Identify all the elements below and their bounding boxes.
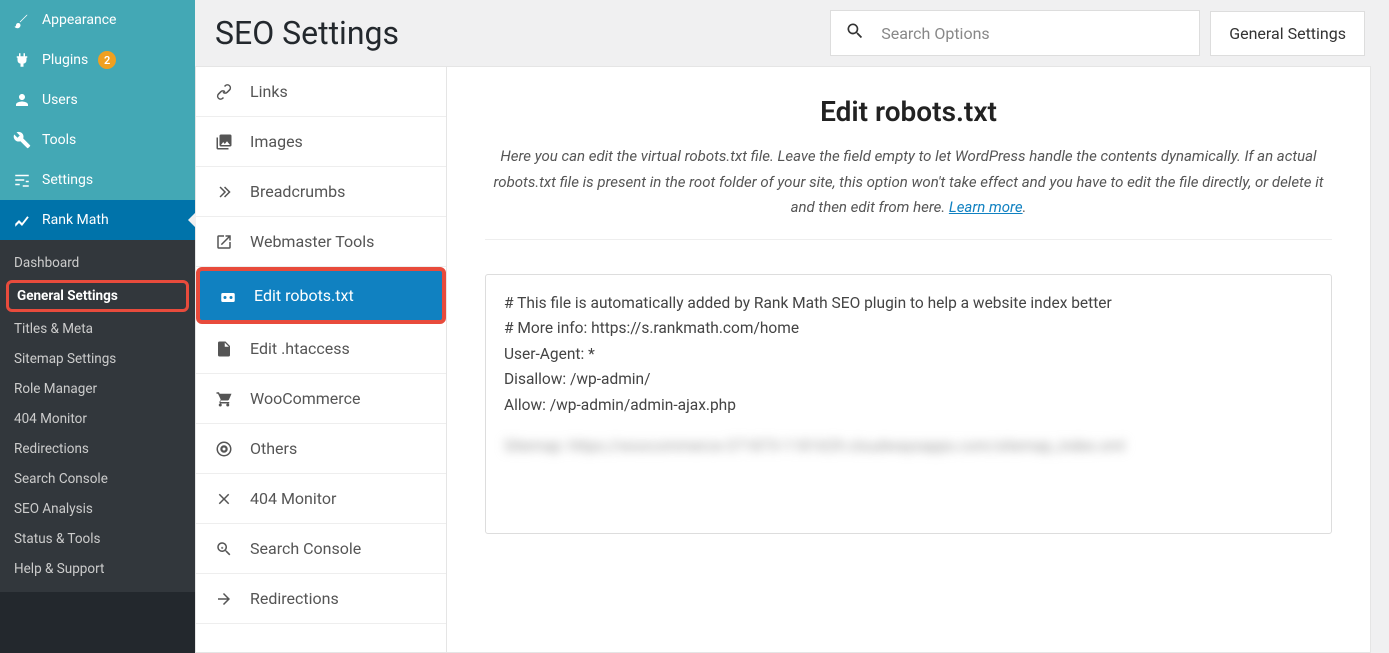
top-bar: SEO Settings General Settings (195, 0, 1389, 66)
cart-icon (214, 390, 234, 408)
tab-label: Images (250, 132, 303, 151)
submenu-item-help-support[interactable]: Help & Support (0, 554, 195, 584)
tab-woocommerce[interactable]: WooCommerce (196, 374, 446, 424)
redir-icon (214, 590, 234, 608)
search-icon (845, 21, 865, 45)
plug-icon (12, 50, 32, 70)
chart-icon (12, 210, 32, 230)
tab-label: Edit .htaccess (250, 339, 350, 358)
wp-admin-sidebar: Appearance Plugins 2 Users Tools Settings Ran… (0, 0, 195, 653)
tab-links[interactable]: Links (196, 67, 446, 117)
file-icon (214, 340, 234, 358)
sidebar-item-label: Plugins (42, 52, 88, 68)
tab-404-monitor[interactable]: 404 Monitor (196, 474, 446, 524)
tab-webmaster-tools[interactable]: Webmaster Tools (196, 217, 446, 267)
sidebar-item-label: Settings (42, 172, 93, 188)
divider (485, 239, 1332, 240)
brush-icon (12, 10, 32, 30)
wrench-icon (12, 130, 32, 150)
sidebar-item-plugins[interactable]: Plugins 2 (0, 40, 195, 80)
zoom-icon (214, 540, 234, 558)
tab-label: Redirections (250, 589, 339, 608)
user-icon (12, 90, 32, 110)
robot-icon (218, 287, 238, 305)
tab-breadcrumbs[interactable]: Breadcrumbs (196, 167, 446, 217)
page-title: SEO Settings (215, 14, 399, 52)
tab-label: Search Console (250, 539, 361, 558)
sidebar-item-users[interactable]: Users (0, 80, 195, 120)
submenu-item-redirections[interactable]: Redirections (0, 434, 195, 464)
submenu-item-sitemap-settings[interactable]: Sitemap Settings (0, 344, 195, 374)
slider-icon (12, 170, 32, 190)
submenu-item-status-tools[interactable]: Status & Tools (0, 524, 195, 554)
sidebar-item-appearance[interactable]: Appearance (0, 0, 195, 40)
submenu-item-404-monitor[interactable]: 404 Monitor (0, 404, 195, 434)
panel-title: Edit robots.txt (485, 95, 1332, 128)
tab-redirections[interactable]: Redirections (196, 574, 446, 624)
content-area: SEO Settings General Settings Links Image… (195, 0, 1389, 653)
tab-edit-robots-txt[interactable]: Edit robots.txt (196, 267, 446, 324)
submenu-item-role-manager[interactable]: Role Manager (0, 374, 195, 404)
sidebar-item-rank-math[interactable]: Rank Math (0, 200, 195, 240)
main-panel: Edit robots.txt Here you can edit the vi… (447, 66, 1371, 653)
sidebar-item-tools[interactable]: Tools (0, 120, 195, 160)
tab-label: 404 Monitor (250, 489, 336, 508)
chev-icon (214, 183, 234, 201)
tab-label: WooCommerce (250, 389, 360, 408)
sidebar-item-settings[interactable]: Settings (0, 160, 195, 200)
tab-search-console[interactable]: Search Console (196, 524, 446, 574)
update-badge: 2 (98, 51, 116, 69)
sidebar-item-label: Tools (42, 132, 76, 148)
ext-icon (214, 233, 234, 251)
submenu-item-dashboard[interactable]: Dashboard (0, 248, 195, 278)
tab-label: Links (250, 82, 288, 101)
robots-textarea[interactable]: # This file is automatically added by Ra… (485, 274, 1332, 534)
x-icon (214, 490, 234, 508)
tab-label: Breadcrumbs (250, 182, 345, 201)
general-settings-button[interactable]: General Settings (1210, 11, 1365, 56)
submenu-item-general-settings[interactable]: General Settings (6, 280, 189, 312)
settings-tabs: Links Images Breadcrumbs Webmaster Tools Edi… (195, 66, 447, 653)
target-icon (214, 440, 234, 458)
search-input[interactable] (881, 24, 1185, 43)
search-box[interactable] (830, 10, 1200, 56)
tab-label: Others (250, 439, 297, 458)
images-icon (214, 133, 234, 151)
learn-more-link[interactable]: Learn more (949, 198, 1023, 216)
panel-description: Here you can edit the virtual robots.txt… (485, 144, 1332, 221)
tab-edit-htaccess[interactable]: Edit .htaccess (196, 324, 446, 374)
sidebar-item-label: Appearance (42, 12, 116, 28)
submenu-item-search-console[interactable]: Search Console (0, 464, 195, 494)
submenu-item-seo-analysis[interactable]: SEO Analysis (0, 494, 195, 524)
blurred-text: Sitemap: https://woocommerce-371873-1181… (504, 434, 1313, 460)
tab-label: Edit robots.txt (254, 286, 354, 305)
sidebar-item-label: Users (42, 92, 78, 108)
tab-images[interactable]: Images (196, 117, 446, 167)
sidebar-item-label: Rank Math (42, 212, 109, 228)
link-icon (214, 83, 234, 101)
wp-submenu: DashboardGeneral SettingsTitles & MetaSi… (0, 240, 195, 592)
submenu-item-titles-meta[interactable]: Titles & Meta (0, 314, 195, 344)
tab-label: Webmaster Tools (250, 232, 374, 251)
search-area: General Settings (830, 10, 1365, 56)
tab-others[interactable]: Others (196, 424, 446, 474)
